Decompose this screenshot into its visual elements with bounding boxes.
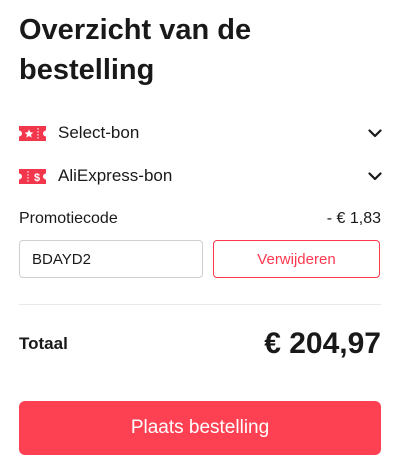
select-coupon-row[interactable]: Select-bon (18, 118, 384, 148)
chevron-down-icon[interactable] (368, 171, 382, 181)
divider (19, 304, 381, 305)
total-amount: € 204,97 (264, 327, 381, 360)
select-coupon-icon (19, 125, 46, 141)
chevron-down-icon[interactable] (368, 128, 382, 138)
promo-code-label: Promotiecode (19, 210, 118, 227)
page-title: Overzicht van de bestelling (19, 14, 252, 86)
aliexpress-coupon-icon: $ (19, 168, 46, 184)
promo-discount-value: - € 1,83 (326, 210, 381, 227)
remove-promo-button[interactable]: Verwijderen (213, 240, 380, 278)
aliexpress-coupon-label: AliExpress-bon (58, 166, 173, 185)
svg-text:$: $ (34, 172, 40, 184)
aliexpress-coupon-row[interactable]: $ AliExpress-bon (18, 161, 384, 191)
total-label: Totaal (19, 334, 68, 353)
promo-code-input[interactable] (19, 240, 203, 278)
total-row: Totaal € 204,97 (19, 322, 381, 366)
select-coupon-label: Select-bon (58, 123, 140, 142)
place-order-button[interactable]: Plaats bestelling (19, 401, 381, 455)
promo-code-row: Promotiecode - € 1,83 (19, 206, 381, 232)
